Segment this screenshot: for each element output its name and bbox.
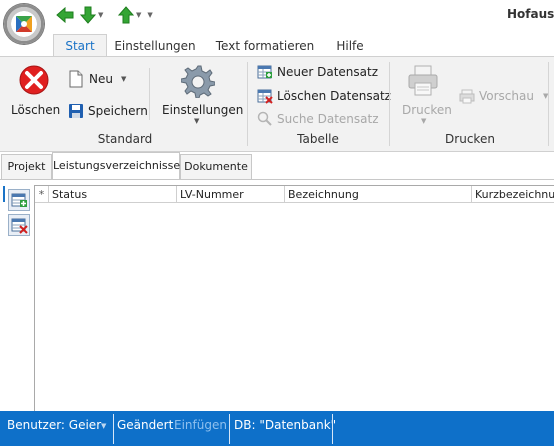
divider — [229, 414, 230, 444]
arrow-down-icon — [80, 6, 96, 24]
group-label-tabelle: Tabelle — [297, 132, 339, 146]
delete-record-label: Löschen Datensatz — [277, 89, 391, 103]
qat-up[interactable]: ▼ ▼ — [118, 6, 153, 24]
delete-record-icon — [11, 218, 28, 234]
group-label-standard: Standard — [97, 132, 153, 146]
focus-marker — [3, 186, 5, 202]
delete-record-icon — [257, 89, 273, 104]
chevron-down-icon: ▼ — [120, 75, 127, 83]
divider — [247, 62, 248, 146]
chevron-down-icon[interactable]: ▼ — [194, 117, 199, 125]
column-header-bezeichnung[interactable]: Bezeichnung — [285, 186, 472, 203]
delete-button-label[interactable]: Löschen — [11, 103, 60, 117]
group-label-drucken: Drucken — [445, 132, 495, 146]
settings-button[interactable] — [180, 64, 216, 99]
tab-leistungsverzeichnisse[interactable]: Leistungsverzeichnisse — [52, 152, 180, 180]
preview-button[interactable]: Vorschau ▼ — [459, 87, 548, 105]
column-header-kurzbezeichnung[interactable]: Kurzbezeichnung — [472, 186, 554, 203]
new-button-label: Neu — [89, 72, 113, 86]
chevron-down-icon[interactable]: ▼ — [98, 11, 103, 19]
new-row-marker: * — [35, 186, 49, 203]
new-record-label: Neuer Datensatz — [277, 65, 378, 79]
customize-qat-icon[interactable]: ▼ — [147, 11, 152, 19]
new-button[interactable]: Neu ▼ — [68, 70, 148, 88]
divider — [389, 62, 390, 146]
search-record-button[interactable]: Suche Datensatz — [257, 110, 379, 128]
delete-record-button[interactable]: Löschen Datensatz — [257, 87, 391, 105]
new-record-icon — [257, 65, 272, 79]
records-grid[interactable] — [34, 185, 554, 412]
app-logo[interactable] — [4, 4, 44, 44]
status-changed: Geändert — [117, 418, 174, 432]
tab-einstellungen[interactable]: Einstellungen — [112, 36, 198, 56]
new-record-icon — [11, 193, 27, 207]
status-user[interactable]: Benutzer: Geier — [7, 418, 101, 432]
divider — [149, 68, 150, 120]
tab-dokumente[interactable]: Dokumente — [180, 154, 252, 179]
add-row-button[interactable] — [8, 189, 30, 211]
printer-icon — [408, 65, 438, 96]
tab-hilfe[interactable]: Hilfe — [328, 36, 372, 56]
new-document-icon — [69, 70, 83, 88]
search-record-label: Suche Datensatz — [277, 112, 379, 126]
divider — [0, 179, 554, 180]
qat-down[interactable]: ▼ — [80, 6, 103, 24]
delete-button[interactable] — [16, 64, 52, 100]
column-header-lv-nummer[interactable]: LV-Nummer — [177, 186, 285, 203]
preview-button-label: Vorschau — [479, 89, 534, 103]
gear-icon — [180, 65, 216, 99]
print-button[interactable] — [406, 64, 440, 98]
arrow-left-icon — [56, 7, 74, 23]
chevron-down-icon[interactable]: ▼ — [136, 11, 141, 19]
save-button-label: Speichern — [88, 104, 148, 118]
print-button-label[interactable]: Drucken — [402, 103, 452, 117]
save-icon — [69, 104, 83, 118]
delete-row-button[interactable] — [8, 214, 30, 236]
divider — [332, 414, 333, 444]
window-title: Hofausb — [507, 7, 554, 21]
status-insert: Einfügen — [174, 418, 227, 432]
tab-text-formatieren[interactable]: Text formatieren — [212, 36, 318, 56]
save-button[interactable]: Speichern — [68, 102, 148, 120]
new-record-button[interactable]: Neuer Datensatz — [257, 63, 378, 81]
chevron-down-icon[interactable]: ▼ — [421, 117, 426, 125]
delete-icon — [19, 65, 49, 95]
search-icon — [257, 111, 272, 126]
chevron-down-icon[interactable]: ▼ — [101, 422, 106, 430]
tab-projekt[interactable]: Projekt — [1, 154, 52, 179]
divider — [548, 62, 549, 146]
settings-button-label[interactable]: Einstellungen — [162, 103, 243, 117]
qat-back[interactable] — [56, 6, 74, 24]
arrow-up-icon — [118, 6, 134, 24]
column-header-status[interactable]: Status — [49, 186, 177, 203]
divider — [113, 414, 114, 444]
status-db: DB: "Datenbank" — [234, 418, 337, 432]
tab-start[interactable]: Start — [53, 34, 107, 57]
preview-icon — [459, 89, 475, 104]
